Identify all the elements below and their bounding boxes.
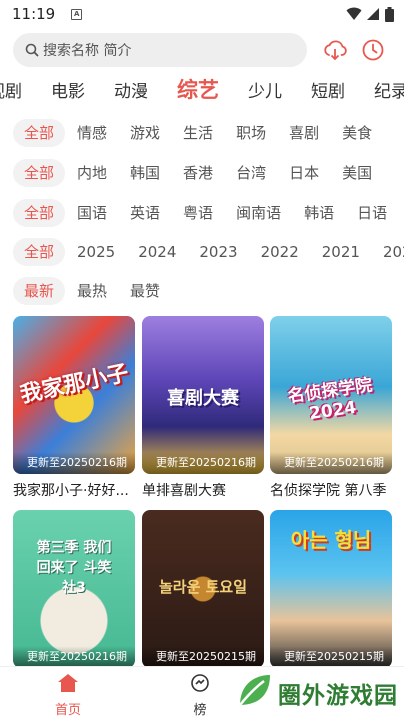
- show-poster[interactable]: 第三季 我们回来了 斗笑社3 更新至20250216期: [13, 510, 135, 668]
- update-badge: 更新至20250216期: [13, 646, 135, 668]
- battery-icon: [385, 6, 394, 22]
- language-chip[interactable]: 韩语: [293, 199, 345, 227]
- search-input[interactable]: 搜索名称 简介: [13, 33, 307, 67]
- search-row: 搜索名称 简介: [13, 33, 394, 67]
- show-poster[interactable]: 我家那小子 更新至20250216期: [13, 316, 135, 474]
- bottom-nav: 首页 榜 圈外游戏园: [0, 666, 404, 720]
- status-bar: 11:19 A: [0, 0, 404, 28]
- year-chip[interactable]: 2020: [372, 238, 404, 266]
- leaf-logo-icon: [234, 671, 274, 715]
- tab-anime[interactable]: 动漫: [114, 77, 148, 102]
- genre-chip[interactable]: 游戏: [119, 119, 171, 147]
- sort-chip[interactable]: 最新: [13, 277, 66, 305]
- genre-chip[interactable]: 喜剧: [278, 119, 330, 147]
- cloud-download-icon[interactable]: [322, 37, 348, 63]
- language-chip[interactable]: 全部: [13, 199, 66, 227]
- language-chip[interactable]: 国语: [66, 199, 118, 227]
- app-root: 11:19 A 搜索名称 简介 视剧 电影 动漫 综艺: [0, 0, 404, 720]
- genre-chip[interactable]: 美食: [331, 119, 383, 147]
- update-badge: 更新至20250216期: [13, 452, 135, 474]
- show-poster[interactable]: 놀라운 토요일 更新至20250215期: [142, 510, 264, 668]
- show-card[interactable]: 我家那小子 更新至20250216期 我家那小子·好好...: [13, 316, 135, 500]
- year-chip[interactable]: 2022: [250, 238, 310, 266]
- notification-icon: A: [71, 8, 83, 20]
- language-chip[interactable]: 英语: [119, 199, 171, 227]
- sort-chip[interactable]: 最热: [66, 277, 118, 305]
- tab-kids[interactable]: 少儿: [248, 77, 282, 102]
- language-chip[interactable]: 日语: [346, 199, 398, 227]
- signal-icon: [366, 7, 380, 21]
- update-badge: 更新至20250215期: [270, 646, 392, 668]
- poster-art-text: 名侦探学院 2024: [286, 375, 374, 425]
- tab-short[interactable]: 短剧: [311, 77, 345, 102]
- poster-art-text: 놀라운 토요일: [158, 578, 248, 596]
- genre-chip[interactable]: 全部: [13, 119, 66, 147]
- year-chip[interactable]: 2024: [127, 238, 187, 266]
- search-placeholder: 搜索名称 简介: [43, 43, 132, 59]
- sort-chip[interactable]: 最赞: [119, 277, 171, 305]
- poster-art-text: 喜剧大赛: [167, 388, 239, 409]
- watermark-text: 圈外游戏园: [278, 683, 398, 709]
- year-chip[interactable]: 2025: [66, 238, 126, 266]
- history-icon[interactable]: [360, 37, 386, 63]
- region-chip[interactable]: 内地: [66, 159, 118, 187]
- region-chip[interactable]: 全部: [13, 159, 66, 187]
- region-chip[interactable]: 香港: [172, 159, 224, 187]
- update-badge: 更新至20250216期: [270, 452, 392, 474]
- region-chip[interactable]: 韩国: [119, 159, 171, 187]
- year-chip[interactable]: 全部: [13, 238, 66, 266]
- show-title: 我家那小子·好好...: [13, 483, 129, 499]
- tab-movie[interactable]: 电影: [51, 77, 85, 102]
- show-title: 名侦探学院 第八季: [270, 483, 387, 499]
- genre-chip[interactable]: 生活: [172, 119, 224, 147]
- year-chip[interactable]: 2021: [311, 238, 371, 266]
- search-icon: [25, 43, 39, 57]
- nav-rank[interactable]: 榜: [170, 673, 230, 718]
- nav-home[interactable]: 首页: [38, 673, 98, 718]
- status-time: 11:19: [12, 5, 56, 23]
- show-poster[interactable]: 아는 형님 更新至20250215期: [270, 510, 392, 668]
- watermark: 圈外游戏园: [234, 668, 398, 718]
- region-chip[interactable]: 台湾: [225, 159, 277, 187]
- category-tabs: 视剧 电影 动漫 综艺 少儿 短剧 纪录: [0, 73, 404, 105]
- show-card[interactable]: 喜剧大赛 更新至20250216期 单排喜剧大赛: [142, 316, 264, 500]
- show-card[interactable]: 名侦探学院 2024 更新至20250216期 名侦探学院 第八季: [270, 316, 392, 500]
- filter-row-year: 全部 2025 2024 2023 2022 2021 2020: [13, 237, 404, 267]
- year-chip[interactable]: 2023: [188, 238, 248, 266]
- filter-row-genre: 全部 情感 游戏 生活 职场 喜剧 美食: [13, 118, 384, 148]
- poster-art-text: 我家那小子: [18, 360, 131, 409]
- update-badge: 更新至20250216期: [142, 452, 264, 474]
- genre-chip[interactable]: 职场: [225, 119, 277, 147]
- filter-row-region: 全部 内地 韩国 香港 台湾 日本 美国: [13, 158, 384, 188]
- nav-rank-label: 榜: [193, 703, 207, 718]
- nav-home-label: 首页: [54, 703, 81, 718]
- genre-chip[interactable]: 情感: [66, 119, 118, 147]
- rank-icon: [189, 674, 211, 697]
- poster-art-text: 아는 형님: [290, 528, 372, 552]
- region-chip[interactable]: 日本: [278, 159, 330, 187]
- tab-variety[interactable]: 综艺: [177, 74, 219, 104]
- update-badge: 更新至20250215期: [142, 646, 264, 668]
- tab-documentary[interactable]: 纪录: [374, 77, 404, 102]
- show-title: 单排喜剧大赛: [142, 483, 226, 499]
- show-poster[interactable]: 名侦探学院 2024 更新至20250216期: [270, 316, 392, 474]
- language-chip[interactable]: 闽南语: [225, 199, 292, 227]
- filter-row-sort: 最新 最热 最赞: [13, 276, 172, 306]
- show-card[interactable]: 第三季 我们回来了 斗笑社3 更新至20250216期: [13, 510, 135, 668]
- home-icon: [57, 674, 79, 697]
- region-chip[interactable]: 美国: [331, 159, 383, 187]
- show-poster[interactable]: 喜剧大赛 更新至20250216期: [142, 316, 264, 474]
- poster-art-text: 第三季 我们回来了 斗笑社3: [36, 540, 112, 596]
- filter-row-language: 全部 国语 英语 粤语 闽南语 韩语 日语: [13, 198, 399, 228]
- tab-tv[interactable]: 视剧: [0, 77, 22, 102]
- language-chip[interactable]: 粤语: [172, 199, 224, 227]
- wifi-icon: [346, 7, 362, 21]
- show-card[interactable]: 아는 형님 更新至20250215期: [270, 510, 392, 668]
- show-card[interactable]: 놀라운 토요일 更新至20250215期: [142, 510, 264, 668]
